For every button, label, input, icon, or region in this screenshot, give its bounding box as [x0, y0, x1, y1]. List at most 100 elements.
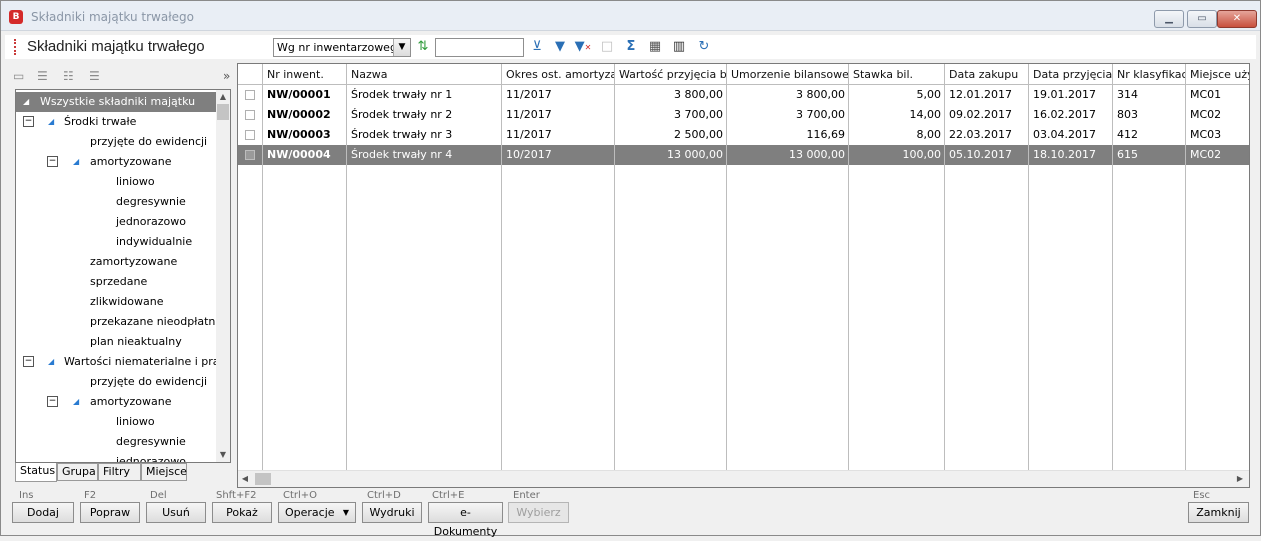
folder-icon[interactable]: ▭: [13, 69, 29, 83]
column-divider: [726, 85, 727, 471]
e-documents-button[interactable]: e-Dokumenty: [428, 502, 503, 538]
collapse-icon[interactable]: −: [23, 356, 34, 367]
search-input[interactable]: [435, 38, 524, 57]
filter-remove-icon[interactable]: ▼✕: [574, 38, 592, 56]
tree-item[interactable]: liniowo: [16, 412, 216, 432]
tree-collapse-icon[interactable]: ☷: [63, 69, 79, 83]
edit-button[interactable]: Popraw: [80, 502, 140, 523]
scroll-up-icon[interactable]: ▲: [216, 90, 230, 104]
collapse-icon[interactable]: −: [47, 396, 58, 407]
row-checkbox[interactable]: [245, 110, 255, 120]
filter-clear-icon[interactable]: ⊻: [528, 38, 546, 56]
column-header-miejsce[interactable]: Miejsce używania: [1186, 64, 1249, 85]
grid-horizontal-scrollbar[interactable]: ◀ ▶: [238, 470, 1249, 487]
tree-item[interactable]: degresywnie: [16, 432, 216, 452]
tree-item-srodki-trwale[interactable]: − ◢ Środki trwałe: [16, 112, 216, 132]
table-row-selected[interactable]: NW/00004 Środek trwały nr 4 10/2017 13 0…: [238, 145, 1249, 165]
tree-item[interactable]: jednorazowo: [16, 212, 216, 232]
tree-item[interactable]: zamortyzowane: [16, 252, 216, 272]
column-divider: [1185, 85, 1186, 471]
tree-settings-icon[interactable]: ☰: [89, 69, 105, 83]
refresh-icon[interactable]: ↻: [695, 38, 713, 56]
table-row[interactable]: NW/00001 Środek trwały nr 1 11/2017 3 80…: [238, 85, 1249, 105]
scrollbar-thumb[interactable]: [217, 104, 229, 120]
column-header-nr[interactable]: Nr inwent.: [263, 64, 347, 85]
tree-item-label: przekazane nieodpłatnie: [90, 315, 226, 328]
tree-item[interactable]: indywidualnie: [16, 232, 216, 252]
shortcut-hint: Enter: [513, 490, 540, 501]
cell-klasyfikacja: 615: [1117, 148, 1138, 161]
tree-item[interactable]: sprzedane: [16, 272, 216, 292]
tree-item-amortyzowane[interactable]: − ◢ amortyzowane: [16, 152, 216, 172]
cell-umorzenie: 3 700,00: [796, 108, 845, 121]
operations-dropdown-button[interactable]: Operacje ▼: [278, 502, 356, 523]
tab-miejsce[interactable]: Miejsce: [141, 463, 187, 481]
scroll-right-icon[interactable]: ▶: [1233, 472, 1247, 486]
sort-up-down-icon[interactable]: ⇅: [414, 38, 432, 56]
tab-grupa[interactable]: Grupa: [57, 463, 98, 481]
tree-item[interactable]: przyjęte do ewidencji: [16, 372, 216, 392]
tab-filtry[interactable]: Filtry: [98, 463, 141, 481]
tree-item-amortyzowane[interactable]: − ◢ amortyzowane: [16, 392, 216, 412]
tree-item[interactable]: przyjęte do ewidencji: [16, 132, 216, 152]
collapse-icon[interactable]: −: [47, 156, 58, 167]
maximize-button[interactable]: ▭: [1187, 10, 1217, 28]
filter-icon[interactable]: ▼: [551, 38, 569, 56]
row-checkbox[interactable]: [245, 130, 255, 140]
tree-item-label: liniowo: [116, 415, 155, 428]
select-button[interactable]: Wybierz: [508, 502, 569, 523]
sort-order-select[interactable]: Wg nr inwentarzowego ▼: [273, 38, 411, 57]
tree-item-wartosci-niematerialne[interactable]: − ◢ Wartości niematerialne i prawne: [16, 352, 230, 372]
tree-item-label: przyjęte do ewidencji: [90, 375, 208, 388]
column-header-wartosc[interactable]: Wartość przyjęcia bilansowa: [615, 64, 727, 85]
column-header-umorzenie[interactable]: Umorzenie bilansowe: [727, 64, 849, 85]
column-header-nazwa[interactable]: Nazwa: [347, 64, 502, 85]
minimize-button[interactable]: ▁: [1154, 10, 1184, 28]
add-button[interactable]: Dodaj: [12, 502, 74, 523]
tab-status[interactable]: Status: [15, 463, 57, 482]
tree-item-label: zlikwidowane: [90, 295, 164, 308]
scroll-down-icon[interactable]: ▼: [216, 448, 230, 462]
column-header-stawka[interactable]: Stawka bil.: [849, 64, 945, 85]
column-header-klasyfikacja[interactable]: Nr klasyfikacji: [1113, 64, 1186, 85]
cell-stawka: 14,00: [909, 108, 942, 121]
scroll-left-icon[interactable]: ◀: [238, 472, 252, 486]
sum-icon[interactable]: Σ: [622, 38, 640, 56]
table-row[interactable]: NW/00003 Środek trwały nr 3 11/2017 2 50…: [238, 125, 1249, 145]
cell-nr: NW/00004: [267, 148, 331, 161]
shortcut-hint: Ins: [19, 490, 34, 501]
cell-data-zakupu: 05.10.2017: [949, 148, 1012, 161]
show-button[interactable]: Pokaż: [212, 502, 272, 523]
close-window-button[interactable]: Zamknij: [1188, 502, 1249, 523]
cell-miejsce: MC02: [1190, 108, 1222, 121]
tree-item-all[interactable]: ◢ Wszystkie składniki majątku: [16, 92, 216, 112]
tree-triangle-icon: ◢: [73, 157, 80, 166]
column-header-okres[interactable]: Okres ost. amortyzacji: [502, 64, 615, 85]
tree-item[interactable]: zlikwidowane: [16, 292, 216, 312]
checkbox-icon[interactable]: □: [598, 38, 616, 56]
print-button[interactable]: Wydruki: [362, 502, 422, 523]
delete-button[interactable]: Usuń: [146, 502, 206, 523]
table-row[interactable]: NW/00002 Środek trwały nr 2 11/2017 3 70…: [238, 105, 1249, 125]
cell-klasyfikacja: 803: [1117, 108, 1138, 121]
column-header-data-przyjecia[interactable]: Data przyjęcia: [1029, 64, 1113, 85]
tree-item[interactable]: przekazane nieodpłatnie: [16, 312, 225, 332]
tree-item[interactable]: jednorazowo: [16, 452, 216, 462]
row-checkbox[interactable]: [245, 90, 255, 100]
close-button[interactable]: ✕: [1217, 10, 1257, 28]
chevron-down-icon[interactable]: ▼: [393, 39, 410, 56]
tree-item[interactable]: liniowo: [16, 172, 216, 192]
tree-scrollbar[interactable]: ▲ ▼: [216, 90, 230, 462]
column-header-select[interactable]: [238, 64, 263, 85]
row-checkbox[interactable]: [245, 150, 255, 160]
barcode-icon[interactable]: ▥: [670, 38, 688, 56]
cell-umorzenie: 116,69: [806, 128, 846, 141]
tree-item[interactable]: degresywnie: [16, 192, 216, 212]
scrollbar-thumb[interactable]: [255, 473, 272, 485]
tree-expand-icon[interactable]: ☰: [37, 69, 53, 83]
add-asset-icon[interactable]: ▦: [646, 38, 664, 56]
tree-item[interactable]: plan nieaktualny: [16, 332, 216, 352]
cell-wartosc: 2 500,00: [674, 128, 723, 141]
collapse-icon[interactable]: −: [23, 116, 34, 127]
column-header-data-zakupu[interactable]: Data zakupu: [945, 64, 1029, 85]
